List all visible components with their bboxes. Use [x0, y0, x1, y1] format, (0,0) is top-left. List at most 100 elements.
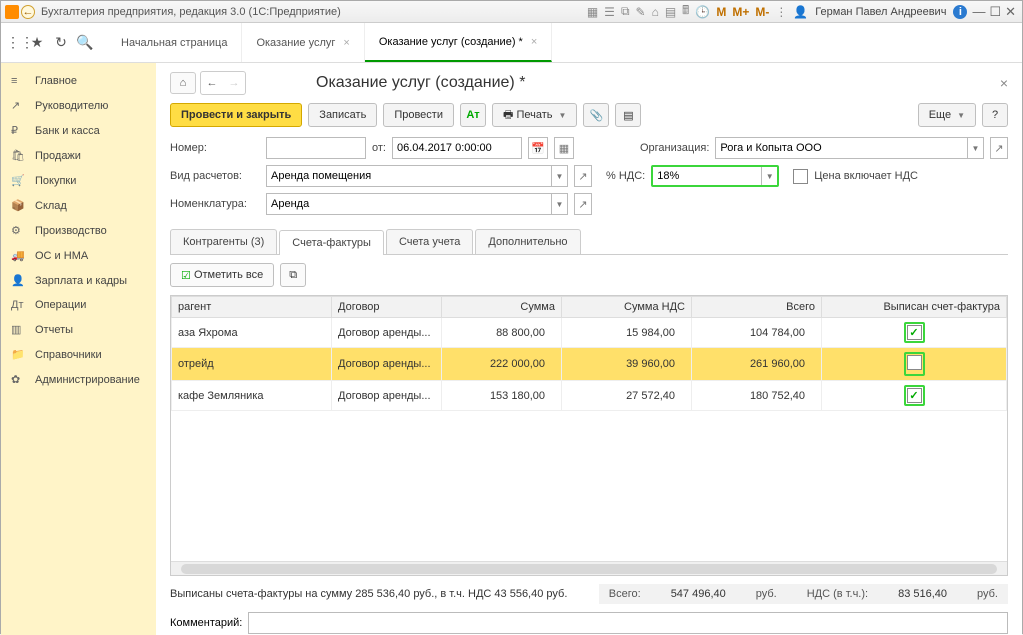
date-input[interactable]: 06.04.2017 0:00:00: [392, 137, 522, 159]
button-label: Провести: [394, 109, 443, 121]
sys-icon-5[interactable]: ⌂: [652, 5, 659, 19]
col-total[interactable]: Всего: [692, 297, 822, 318]
post-button[interactable]: Провести: [383, 103, 454, 127]
sys-icon-1[interactable]: ▦: [587, 5, 598, 19]
sidebar-item-assets[interactable]: 🚚ОС и НМА: [1, 243, 156, 268]
save-button[interactable]: Записать: [308, 103, 377, 127]
dtkt-button[interactable]: Ат: [460, 103, 486, 127]
sys-icon-7[interactable]: 🖩: [682, 1, 689, 22]
sys-icon-2[interactable]: ☰: [604, 5, 615, 19]
sidebar-item-sales[interactable]: 🛍Продажи: [1, 143, 156, 168]
tab-home[interactable]: Начальная страница: [107, 23, 242, 62]
app-title: Бухгалтерия предприятия, редакция 3.0 (1…: [41, 6, 341, 18]
tab-services[interactable]: Оказание услуг×: [242, 23, 364, 62]
nds-pct-input[interactable]: 18% ▼: [651, 165, 779, 187]
date-value: 06.04.2017 0:00:00: [397, 142, 492, 154]
minimize-button[interactable]: —: [972, 4, 985, 19]
m-minus-button[interactable]: M-: [755, 5, 769, 19]
forward-arrow-button[interactable]: →: [223, 72, 245, 94]
m-plus-button[interactable]: M+: [732, 5, 749, 19]
cell-sum-nds: 27 572,40: [562, 381, 692, 411]
attach-button[interactable]: 📎: [583, 103, 609, 127]
sidebar-item-main[interactable]: ≡Главное: [1, 69, 156, 93]
subtab-contragents[interactable]: Контрагенты (3): [170, 229, 277, 254]
info-icon[interactable]: i: [953, 5, 967, 19]
star-icon[interactable]: ★: [25, 23, 49, 62]
checkbox-icon: ✓: [907, 388, 922, 403]
number-input[interactable]: [266, 137, 366, 159]
close-form-button[interactable]: ×: [1000, 75, 1008, 91]
sys-icon-6[interactable]: ▤: [665, 5, 676, 19]
sidebar-item-label: Справочники: [35, 349, 102, 361]
col-sum-nds[interactable]: Сумма НДС: [562, 297, 692, 318]
org-open-button[interactable]: ↗: [990, 137, 1008, 159]
copy-button[interactable]: ⧉: [280, 263, 306, 287]
horizontal-scrollbar[interactable]: [171, 561, 1007, 575]
scrollbar-thumb[interactable]: [181, 564, 997, 574]
sidebar-item-salary[interactable]: 👤Зарплата и кадры: [1, 268, 156, 293]
cell-invoice-checkbox[interactable]: ✓: [822, 318, 1007, 348]
m-button[interactable]: M: [716, 5, 726, 19]
subtab-invoices[interactable]: Счета-фактуры: [279, 230, 384, 255]
post-and-close-button[interactable]: Провести и закрыть: [170, 103, 302, 127]
help-button[interactable]: ?: [982, 103, 1008, 127]
nomenclature-open-button[interactable]: ↗: [574, 193, 592, 215]
tab-services-create[interactable]: Оказание услуг (создание) *×: [365, 23, 552, 62]
chevron-down-icon[interactable]: ▼: [551, 166, 567, 186]
sidebar-item-bank[interactable]: ₽Банк и касса: [1, 118, 156, 143]
comment-input[interactable]: [248, 612, 1008, 634]
col-contract[interactable]: Договор: [332, 297, 442, 318]
total-label: Всего:: [609, 588, 641, 600]
col-agent[interactable]: рагент: [172, 297, 332, 318]
price-includes-nds-checkbox[interactable]: [793, 169, 808, 184]
sys-icon-8[interactable]: 🕒: [695, 5, 710, 19]
more-button[interactable]: Еще▼: [918, 103, 976, 127]
sidebar-item-production[interactable]: ⚙Производство: [1, 218, 156, 243]
back-circle-icon[interactable]: ←: [21, 5, 35, 19]
table-row[interactable]: аза Яхрома Договор аренды... 88 800,00 1…: [172, 318, 1007, 348]
sys-icon-4[interactable]: ✎: [636, 5, 646, 19]
calendar-button[interactable]: 📅: [528, 137, 548, 159]
sidebar-item-catalogs[interactable]: 📁Справочники: [1, 342, 156, 367]
sidebar-item-label: Покупки: [35, 175, 76, 187]
org-input[interactable]: Рога и Копыта ООО ▼: [715, 137, 984, 159]
chevron-down-icon[interactable]: ▼: [551, 194, 567, 214]
col-sum[interactable]: Сумма: [442, 297, 562, 318]
close-icon[interactable]: ×: [343, 37, 349, 49]
close-icon[interactable]: ×: [531, 36, 537, 48]
subtab-additional[interactable]: Дополнительно: [475, 229, 580, 254]
apps-icon[interactable]: ⋮⋮⋮: [1, 23, 25, 62]
history-icon[interactable]: ↻: [49, 23, 73, 62]
mark-all-button[interactable]: ☑ Отметить все: [170, 263, 274, 287]
user-name[interactable]: Герман Павел Андреевич: [815, 6, 946, 18]
table-row[interactable]: кафе Земляника Договор аренды... 153 180…: [172, 381, 1007, 411]
calendar-ext-button[interactable]: ▦: [554, 137, 574, 159]
back-arrow-button[interactable]: ←: [201, 72, 223, 94]
col-invoice[interactable]: Выписан счет-фактура: [822, 297, 1007, 318]
close-window-button[interactable]: ✕: [1005, 4, 1016, 20]
nds-pct-label: % НДС:: [606, 170, 645, 182]
nomenclature-input[interactable]: Аренда ▼: [266, 193, 568, 215]
subtab-accounts[interactable]: Счета учета: [386, 229, 473, 254]
table-row[interactable]: отрейд Договор аренды... 222 000,00 39 9…: [172, 348, 1007, 381]
sys-icon-3[interactable]: ⧉: [621, 4, 630, 19]
cell-invoice-checkbox[interactable]: ✓: [822, 381, 1007, 411]
maximize-button[interactable]: ☐: [989, 4, 1001, 20]
sidebar-item-operations[interactable]: ДтОперации: [1, 293, 156, 317]
chevron-down-icon[interactable]: ▼: [967, 138, 983, 158]
search-icon[interactable]: 🔍: [73, 23, 97, 62]
sidebar-item-reports[interactable]: ▥Отчеты: [1, 317, 156, 342]
home-button[interactable]: ⌂: [170, 72, 196, 94]
calctype-open-button[interactable]: ↗: [574, 165, 592, 187]
list-button[interactable]: ▤: [615, 103, 641, 127]
chevron-down-icon[interactable]: ▼: [761, 167, 777, 185]
nds-label: НДС (в т.ч.):: [807, 588, 868, 600]
sidebar-item-admin[interactable]: ✿Администрирование: [1, 367, 156, 392]
cell-invoice-checkbox[interactable]: [822, 348, 1007, 381]
sidebar-item-manager[interactable]: ↗Руководителю: [1, 93, 156, 118]
sidebar-item-purchases[interactable]: 🛒Покупки: [1, 168, 156, 193]
calctype-input[interactable]: Аренда помещения ▼: [266, 165, 568, 187]
print-button[interactable]: 🖶 Печать▼: [492, 103, 577, 127]
sidebar-item-warehouse[interactable]: 📦Склад: [1, 193, 156, 218]
sidebar-item-label: Производство: [35, 225, 107, 237]
